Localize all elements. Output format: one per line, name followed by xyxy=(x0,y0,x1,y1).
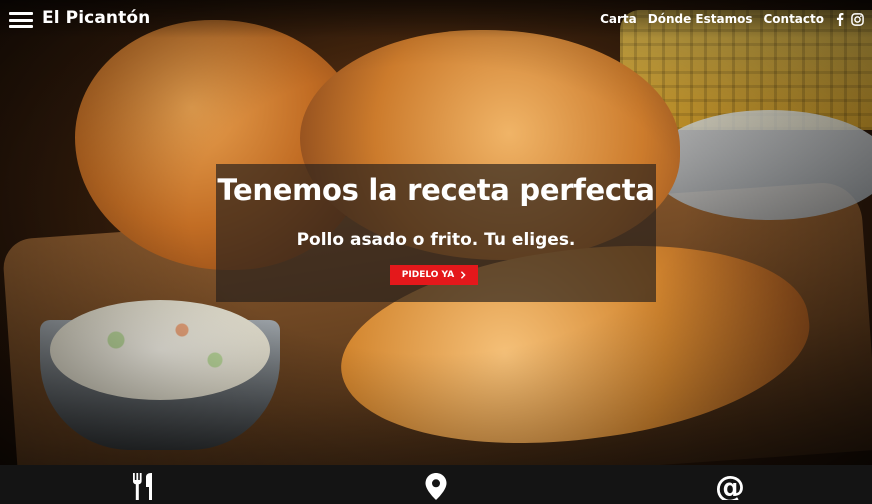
bottom-bar: @ xyxy=(0,465,872,504)
order-now-button[interactable]: PIDELO YA xyxy=(390,265,478,285)
top-navigation: El Picantón Carta Dónde Estamos Contacto xyxy=(0,0,872,38)
instagram-icon[interactable] xyxy=(851,12,864,26)
order-now-label: PIDELO YA xyxy=(401,270,455,280)
at-sign-icon[interactable]: @ xyxy=(715,470,745,504)
hamburger-menu-icon[interactable] xyxy=(9,12,33,28)
nav-link-donde-estamos[interactable]: Dónde Estamos xyxy=(648,12,753,26)
nav-link-contacto[interactable]: Contacto xyxy=(763,12,824,26)
facebook-icon[interactable] xyxy=(836,12,844,26)
hero-title: Tenemos la receta perfecta xyxy=(217,173,655,207)
svg-text:@: @ xyxy=(715,473,745,500)
hero-subtitle: Pollo asado o frito. Tu eliges. xyxy=(296,230,576,250)
nav-link-carta[interactable]: Carta xyxy=(600,12,637,26)
map-pin-icon[interactable] xyxy=(425,473,447,504)
chevron-right-icon xyxy=(461,271,466,279)
main-nav: Carta Dónde Estamos Contacto xyxy=(600,12,864,26)
brand-logo[interactable]: El Picantón xyxy=(42,8,150,28)
social-links xyxy=(836,12,864,26)
hero-panel: Tenemos la receta perfecta Pollo asado o… xyxy=(216,164,656,302)
fork-knife-icon[interactable] xyxy=(131,473,155,504)
